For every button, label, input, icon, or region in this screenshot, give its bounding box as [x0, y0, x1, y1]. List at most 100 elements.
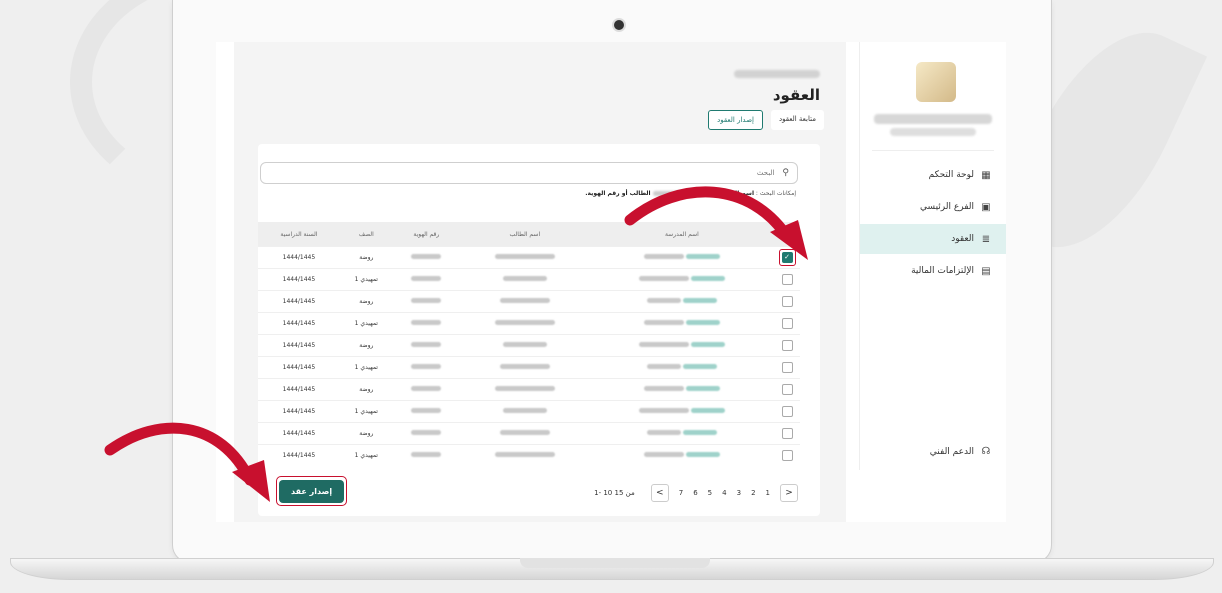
row-checkbox[interactable] — [781, 296, 793, 307]
row-checkbox[interactable] — [781, 362, 793, 373]
column-header-student[interactable]: اسم الطالب — [459, 222, 590, 247]
year-cell: 1444/1445 — [258, 356, 340, 379]
table-row[interactable]: تمهيدي 1 1444/1445 — [258, 268, 800, 291]
table-row[interactable]: تمهيدي 1 1444/1445 — [258, 312, 800, 335]
table-row[interactable]: روضة 1444/1445 — [258, 290, 800, 313]
school-cell — [589, 378, 774, 401]
blurred-id-number — [411, 254, 442, 259]
blurred-school-name — [638, 408, 689, 413]
blurred-school-name — [646, 298, 681, 303]
table-row[interactable]: روضة 1444/1445 — [258, 378, 800, 401]
school-cell — [589, 422, 774, 445]
student-cell — [459, 290, 590, 313]
row-checkbox[interactable] — [781, 406, 793, 417]
row-checkbox[interactable] — [781, 384, 793, 395]
year-cell: 1444/1445 — [258, 290, 340, 313]
pagination: 1- 10 من 15 < 7 6 5 4 3 2 1 > — [594, 484, 798, 502]
tab-issue-contracts[interactable]: إصدار العقود — [708, 110, 763, 130]
student-cell — [459, 378, 590, 401]
blurred-id-number — [411, 386, 442, 391]
sidebar-item-contracts[interactable]: ≣ العقود — [860, 224, 1006, 254]
blurred-school-name — [646, 364, 681, 369]
id-cell — [392, 334, 460, 357]
sidebar-item-main-branch[interactable]: ▣ الفرع الرئيسي — [860, 192, 1006, 222]
sidebar: ▦ لوحة التحكم ▣ الفرع الرئيسي ≣ العقود ▤… — [859, 42, 1006, 470]
blurred-student-name — [494, 386, 555, 391]
row-checkbox[interactable] — [781, 428, 793, 439]
row-checkbox[interactable] — [781, 318, 793, 329]
blurred-school-name — [643, 452, 684, 457]
issue-contract-button[interactable]: إصدار عقد — [279, 480, 345, 503]
page-3[interactable]: 3 — [737, 489, 741, 497]
student-cell — [459, 400, 590, 423]
column-header-grade[interactable]: الصف — [339, 222, 393, 247]
sidebar-item-financial-obligations[interactable]: ▤ الإلتزامات المالية — [860, 256, 1006, 286]
sidebar-item-label: الفرع الرئيسي — [920, 202, 974, 212]
select-cell — [774, 422, 800, 445]
sidebar-item-dashboard[interactable]: ▦ لوحة التحكم — [860, 160, 1006, 190]
page-5[interactable]: 5 — [708, 489, 712, 497]
table-row[interactable]: تمهيدي 1 1444/1445 — [258, 444, 800, 466]
table-row[interactable]: تمهيدي 1 1444/1445 — [258, 400, 800, 423]
select-cell — [774, 290, 800, 313]
tab-follow-contracts[interactable]: متابعة العقود — [770, 110, 824, 130]
annotation-arrow-checkbox — [624, 186, 808, 260]
page-4[interactable]: 4 — [722, 489, 726, 497]
page-7[interactable]: 7 — [679, 489, 683, 497]
school-cell — [589, 312, 774, 335]
blurred-id-number — [411, 452, 442, 457]
student-cell — [459, 444, 590, 466]
id-cell — [392, 268, 460, 291]
camera-icon — [612, 18, 626, 32]
school-cell — [589, 268, 774, 291]
id-cell — [392, 290, 460, 313]
branch-icon: ▣ — [981, 201, 991, 213]
student-cell — [459, 334, 590, 357]
table-row[interactable]: روضة 1444/1445 — [258, 334, 800, 357]
table-body: ✓ روضة 1444/1445 تمهيدي 1 1444/1445 روضة 14… — [258, 246, 800, 466]
student-cell — [459, 422, 590, 445]
school-cell — [589, 444, 774, 466]
next-page-button[interactable]: > — [780, 484, 798, 502]
grade-cell: روضة — [339, 422, 393, 445]
select-cell — [774, 378, 800, 401]
sidebar-item-support[interactable]: ☊ الدعم الفني — [930, 446, 992, 457]
table-row[interactable]: تمهيدي 1 1444/1445 — [258, 356, 800, 379]
row-checkbox[interactable] — [781, 450, 793, 461]
grade-cell: روضة — [339, 290, 393, 313]
grade-cell: روضة — [339, 246, 393, 269]
blurred-student-name — [494, 452, 555, 457]
blurred-student-name — [494, 254, 555, 259]
row-checkbox[interactable] — [781, 274, 793, 285]
school-cell — [589, 334, 774, 357]
row-checkbox[interactable] — [781, 340, 793, 351]
sidebar-item-label: الإلتزامات المالية — [911, 266, 974, 276]
id-cell — [392, 444, 460, 466]
blurred-school-code — [690, 342, 725, 347]
student-cell — [459, 312, 590, 335]
page-6[interactable]: 6 — [693, 489, 697, 497]
grade-cell: تمهيدي 1 — [339, 356, 393, 379]
prev-page-button[interactable]: < — [650, 484, 669, 502]
blurred-school-code — [690, 276, 725, 281]
search-input[interactable] — [261, 168, 777, 178]
page-1[interactable]: 1 — [766, 489, 770, 497]
headset-icon: ☊ — [981, 446, 991, 457]
year-cell: 1444/1445 — [258, 246, 340, 269]
blurred-id-number — [411, 320, 442, 325]
blurred-id-number — [411, 408, 442, 413]
table-row[interactable]: روضة 1444/1445 — [258, 422, 800, 445]
year-cell: 1444/1445 — [258, 378, 340, 401]
laptop-notch — [520, 558, 710, 568]
blurred-student-name — [499, 364, 550, 369]
column-header-year[interactable]: السنة الدراسية — [258, 222, 340, 247]
page-2[interactable]: 2 — [751, 489, 755, 497]
blurred-school-code — [682, 298, 717, 303]
blurred-school-code — [690, 408, 725, 413]
year-cell: 1444/1445 — [258, 268, 340, 291]
organization-logo — [916, 62, 956, 102]
column-header-id[interactable]: رقم الهوية — [392, 222, 460, 247]
student-cell — [459, 268, 590, 291]
issue-button-highlight: إصدار عقد — [276, 476, 348, 506]
select-cell — [774, 312, 800, 335]
